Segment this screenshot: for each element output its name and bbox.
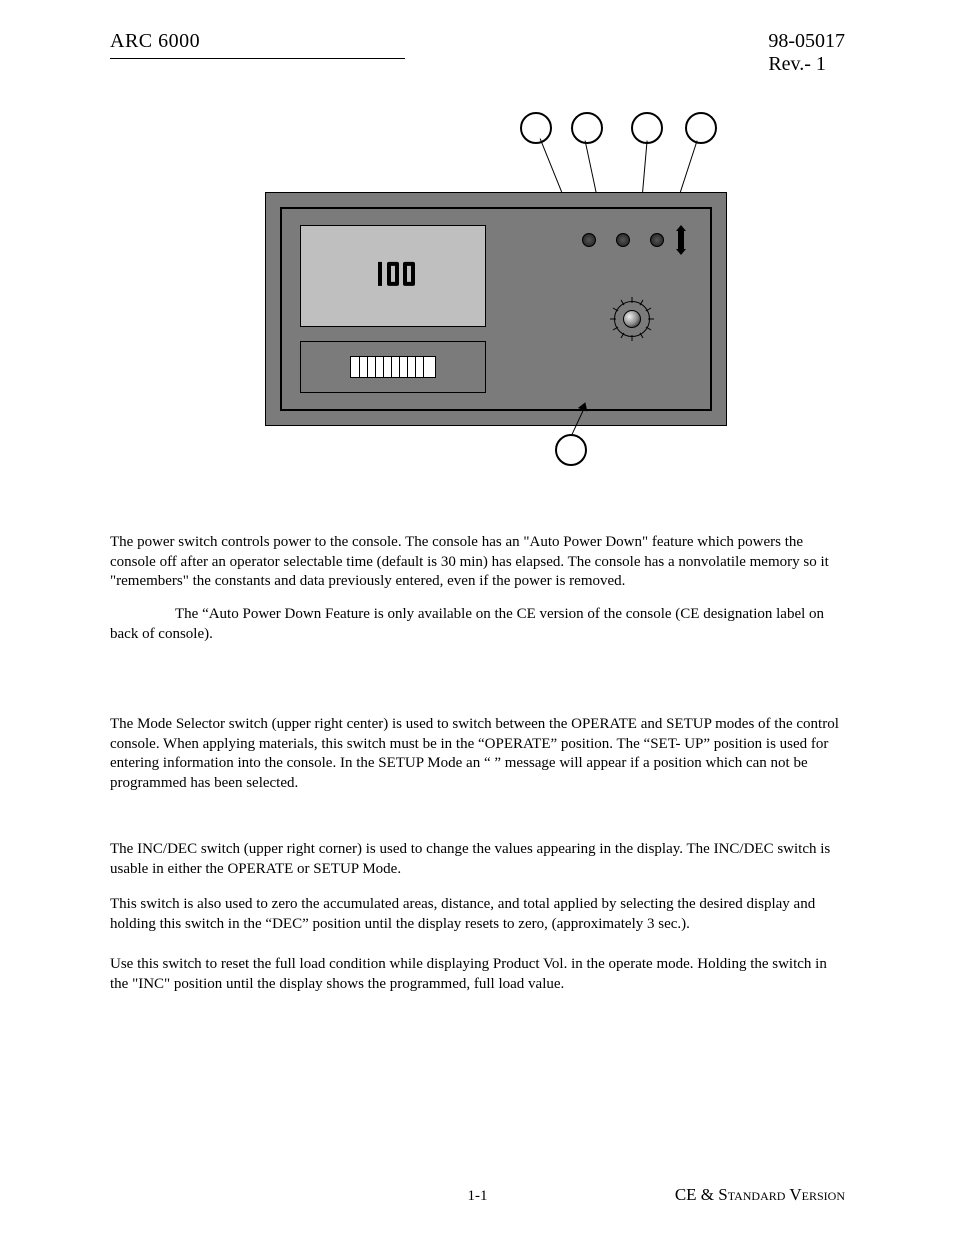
footer-page-number: 1-1: [468, 1188, 488, 1205]
console-display: [300, 225, 486, 327]
callout-circle-2: [571, 112, 603, 144]
paragraph-incdec-3: Use this switch to reset the full load c…: [110, 955, 845, 994]
console-button-3[interactable]: [650, 233, 664, 247]
console-figure: [265, 112, 725, 462]
paragraph-mode-selector: The Mode Selector switch (upper right ce…: [110, 715, 845, 793]
console-button-row: [582, 233, 712, 253]
footer-version-text: CE & Standard Version: [675, 1185, 845, 1204]
doc-revision: Rev.- 1: [768, 53, 845, 76]
footer-version: CE & Standard Version: [675, 1185, 845, 1205]
console-lower-panel: [300, 341, 486, 393]
console-button-1[interactable]: [582, 233, 596, 247]
paragraph-incdec-1: The INC/DEC switch (upper right corner) …: [110, 840, 845, 879]
console-bezel: [280, 207, 712, 411]
header-doc-info: 98-05017 Rev.- 1: [768, 30, 845, 76]
mode-selector-knob[interactable]: [614, 301, 650, 337]
console-button-2[interactable]: [616, 233, 630, 247]
inc-dec-switch-icon[interactable]: [678, 231, 684, 249]
callout-circle-1: [520, 112, 552, 144]
callout-circle-3: [631, 112, 663, 144]
header-rule: [110, 58, 405, 59]
console-body: [265, 192, 727, 426]
header-product-name: ARC 6000: [110, 30, 200, 53]
console-scale-strip: [350, 356, 436, 378]
paragraph-incdec-2: This switch is also used to zero the acc…: [110, 895, 845, 934]
paragraph-power: The power switch controls power to the c…: [110, 533, 845, 592]
paragraph-note-ce: The “Auto Power Down Feature is only ava…: [110, 605, 845, 644]
callout-circle-5: [555, 434, 587, 466]
console-display-value: [301, 261, 485, 287]
doc-number: 98-05017: [768, 30, 845, 53]
callout-circle-4: [685, 112, 717, 144]
